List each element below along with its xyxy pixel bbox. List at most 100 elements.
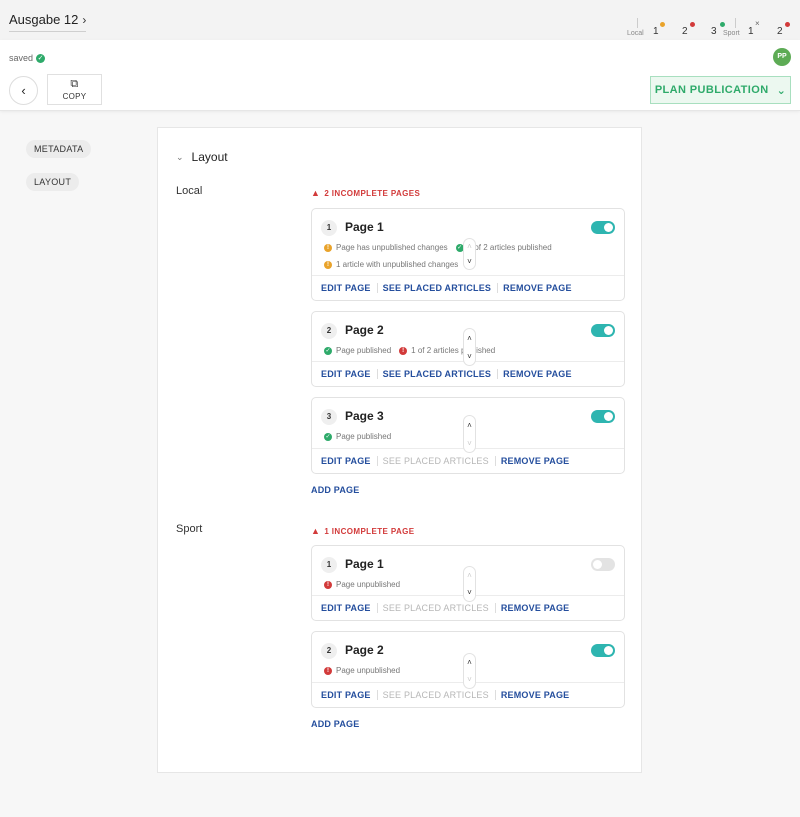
page-reorder-control: ˄ ˅ xyxy=(463,328,476,366)
indicator-local-3[interactable]: 3 xyxy=(711,26,717,37)
edit-page-link[interactable]: EDIT PAGE xyxy=(321,369,378,379)
sidebar-item-metadata[interactable]: METADATA xyxy=(26,140,92,158)
page-indicators: 1 2 3 1 × 2 Local Sport xyxy=(627,10,800,40)
remove-page-link[interactable]: REMOVE PAGE xyxy=(503,283,578,293)
copy-icon: ⧉ xyxy=(70,77,79,90)
page-enabled-toggle[interactable] xyxy=(591,558,615,571)
status-dot-icon xyxy=(690,22,695,27)
status-text: 1 article with unpublished changes xyxy=(336,260,459,269)
remove-page-link[interactable]: REMOVE PAGE xyxy=(501,690,576,700)
issue-title-label: Ausgabe 12 xyxy=(9,12,79,27)
page-number: 1 xyxy=(321,220,337,236)
group-label-local: Local xyxy=(176,185,203,197)
page-title: Page 2 xyxy=(345,643,384,657)
copy-label: COPY xyxy=(62,91,87,101)
page-number: 1 xyxy=(321,557,337,573)
page-status-line: ! Page unpublished xyxy=(324,580,400,589)
plan-publication-button[interactable]: PLAN PUBLICATION ⌄ xyxy=(650,76,791,104)
chevron-down-icon[interactable]: ˅ xyxy=(467,439,472,448)
page-number: 2 xyxy=(321,643,337,659)
chevron-down-icon[interactable]: ˅ xyxy=(467,675,472,684)
incomplete-pages-label: 2 INCOMPLETE PAGES xyxy=(324,188,421,198)
status-dot-icon xyxy=(660,22,665,27)
status-dot-icon xyxy=(785,22,790,27)
check-icon: ✓ xyxy=(324,346,332,355)
plan-publication-label: PLAN PUBLICATION xyxy=(654,84,769,96)
error-icon: ! xyxy=(324,666,332,675)
chevron-up-icon[interactable]: ˄ xyxy=(467,571,472,580)
see-placed-articles-link: SEE PLACED ARTICLES xyxy=(383,603,496,613)
page-number: 3 xyxy=(321,409,337,425)
sidebar-item-layout[interactable]: LAYOUT xyxy=(26,173,80,191)
header: saved ✓ PP ‹ ⧉ COPY PLAN PUBLICATION ⌄ xyxy=(0,40,800,111)
edit-page-link[interactable]: EDIT PAGE xyxy=(321,690,378,700)
indicator-sport-1[interactable]: 1 xyxy=(748,26,754,37)
page-reorder-control: ˄ ˅ xyxy=(463,238,476,270)
chevron-up-icon[interactable]: ˄ xyxy=(467,421,472,430)
page-status-line: ! 1 article with unpublished changes xyxy=(324,260,458,269)
remove-page-link[interactable]: REMOVE PAGE xyxy=(503,369,578,379)
edit-page-link[interactable]: EDIT PAGE xyxy=(321,283,378,293)
page-enabled-toggle[interactable] xyxy=(591,221,615,234)
page-reorder-control: ˄ ˅ xyxy=(463,415,476,453)
page-enabled-toggle[interactable] xyxy=(591,410,615,423)
chevron-up-icon[interactable]: ˄ xyxy=(467,658,472,667)
group-label-sport: Sport xyxy=(176,523,203,535)
page-enabled-toggle[interactable] xyxy=(591,324,615,337)
page-number: 2 xyxy=(321,323,337,339)
status-text: 1 of 2 articles published xyxy=(411,346,496,355)
incomplete-pages-warning: ▲ 1 INCOMPLETE PAGE xyxy=(311,526,415,536)
layout-panel: ⌄ Layout Local ▲ 2 INCOMPLETE PAGES 1 Pa… xyxy=(157,127,642,773)
see-placed-articles-link[interactable]: SEE PLACED ARTICLES xyxy=(383,369,499,379)
back-button[interactable]: ‹ xyxy=(9,76,38,105)
add-page-link[interactable]: ADD PAGE xyxy=(311,485,359,495)
chevron-down-icon: ⌄ xyxy=(176,151,184,162)
indicator-group-local: Local xyxy=(627,30,644,37)
status-text: Page unpublished xyxy=(336,666,401,675)
indicator-separator xyxy=(735,18,736,28)
chevron-up-icon[interactable]: ˄ xyxy=(467,242,472,251)
page-title: Page 3 xyxy=(345,409,384,423)
status-dot-icon xyxy=(720,22,725,27)
indicator-separator xyxy=(637,18,638,28)
see-placed-articles-link[interactable]: SEE PLACED ARTICLES xyxy=(383,283,499,293)
status-text: 2 of 2 articles published xyxy=(467,243,552,252)
saved-label: saved xyxy=(9,53,34,63)
check-icon: ✓ xyxy=(324,432,332,441)
warning-icon: ! xyxy=(324,243,332,252)
indicator-local-2[interactable]: 2 xyxy=(682,26,688,37)
page-actions: EDIT PAGE SEE PLACED ARTICLES REMOVE PAG… xyxy=(312,275,624,300)
page-status-line: ✓ Page published xyxy=(324,432,391,441)
chevron-up-icon[interactable]: ˄ xyxy=(467,334,472,343)
chevron-down-icon: ⌄ xyxy=(776,84,787,97)
page-enabled-toggle[interactable] xyxy=(591,644,615,657)
see-placed-articles-link: SEE PLACED ARTICLES xyxy=(383,690,496,700)
chevron-down-icon[interactable]: ˅ xyxy=(467,352,472,361)
page-title: Page 1 xyxy=(345,557,384,571)
warning-icon: ▲ xyxy=(311,188,321,198)
edit-page-link[interactable]: EDIT PAGE xyxy=(321,603,378,613)
chevron-down-icon[interactable]: ˅ xyxy=(467,257,472,266)
status-text: Page published xyxy=(336,432,392,441)
remove-page-link[interactable]: REMOVE PAGE xyxy=(501,456,576,466)
edit-page-link[interactable]: EDIT PAGE xyxy=(321,456,378,466)
panel-title: Layout xyxy=(191,150,228,164)
indicator-local-1[interactable]: 1 xyxy=(653,26,659,37)
add-page-link[interactable]: ADD PAGE xyxy=(311,719,359,729)
check-icon: ✓ xyxy=(36,53,46,63)
indicator-sport-2[interactable]: 2 xyxy=(777,26,783,37)
layout-section-header[interactable]: ⌄ Layout xyxy=(176,150,228,164)
warning-icon: ▲ xyxy=(311,526,321,536)
close-icon: × xyxy=(755,19,760,28)
chevron-down-icon[interactable]: ˅ xyxy=(467,588,472,597)
issue-title[interactable]: Ausgabe 12 › xyxy=(9,12,87,32)
copy-button[interactable]: ⧉ COPY xyxy=(47,74,102,105)
chevron-right-icon: › xyxy=(82,12,87,27)
status-text: Page has unpublished changes xyxy=(336,243,448,252)
remove-page-link[interactable]: REMOVE PAGE xyxy=(501,603,576,613)
avatar[interactable]: PP xyxy=(773,48,791,66)
page-title: Page 1 xyxy=(345,220,384,234)
indicator-group-sport: Sport xyxy=(723,30,740,37)
status-text: Page published xyxy=(336,346,392,355)
incomplete-pages-warning: ▲ 2 INCOMPLETE PAGES xyxy=(311,188,420,198)
